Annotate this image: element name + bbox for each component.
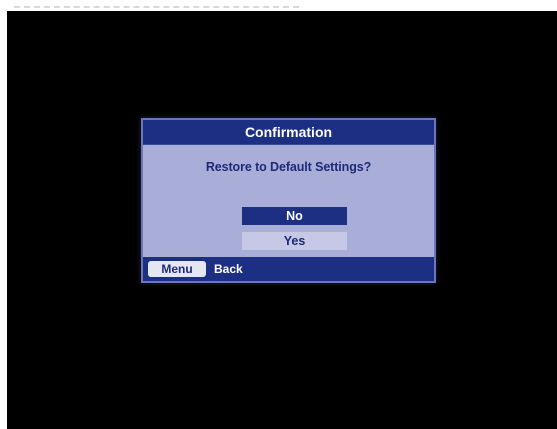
top-border-artifact [14,6,299,8]
menu-key-button[interactable]: Menu [148,261,206,277]
back-hint-label: Back [214,262,243,276]
yes-button[interactable]: Yes [242,232,347,250]
no-button[interactable]: No [242,207,347,225]
dialog-title: Confirmation [143,120,434,145]
dialog-footer: Menu Back [143,257,434,281]
tv-screen: Confirmation Restore to Default Settings… [7,11,557,429]
confirmation-dialog: Confirmation Restore to Default Settings… [141,118,436,283]
dialog-message: Restore to Default Settings? [205,160,372,174]
